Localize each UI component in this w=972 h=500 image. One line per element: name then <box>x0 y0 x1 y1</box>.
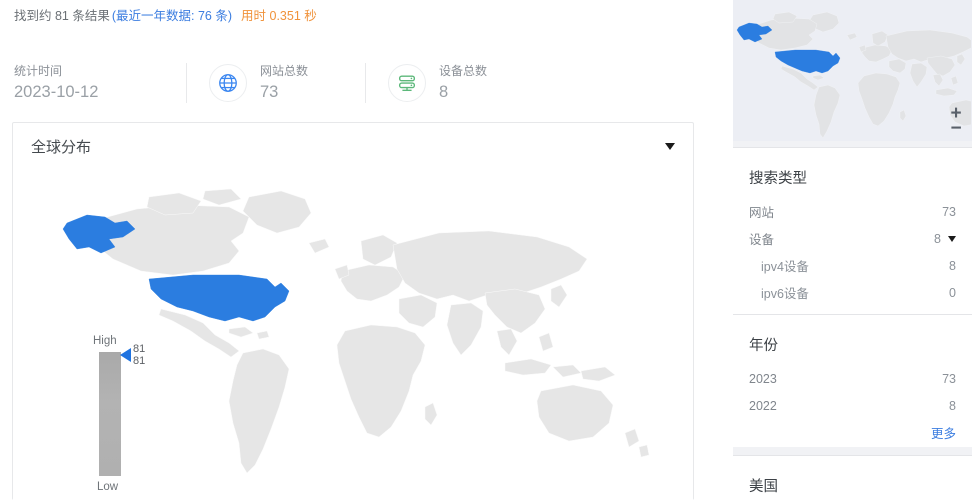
facet-row-2022[interactable]: 2022 8 <box>733 392 972 419</box>
map-legend: High 81 81 Low <box>93 335 163 500</box>
results-summary-bar: 找到约 81 条结果 (最近一年数据: 76 条) 用时 0.351 秒 <box>14 7 317 25</box>
facet-row-ipv4-device[interactable]: ipv4设备 8 <box>733 252 972 279</box>
legend-marker-values: 81 81 <box>133 343 146 367</box>
facet-label: ipv4设备 <box>761 260 809 274</box>
statistics-strip: 统计时间 2023-10-12 网站总数 73 设备总数 8 <box>0 55 733 111</box>
facet-row-ipv6-device[interactable]: ipv6设备 0 <box>733 279 972 306</box>
legend-marker-arrow-icon <box>120 348 131 362</box>
facet-label: 2022 <box>749 398 777 413</box>
facet-count: 73 <box>942 204 956 219</box>
stat-label-websites: 网站总数 <box>260 64 309 78</box>
stat-value-websites: 73 <box>260 83 279 101</box>
facet-row-website[interactable]: 网站 73 <box>733 198 972 225</box>
server-icon <box>388 64 426 102</box>
facet-count: 73 <box>942 371 956 386</box>
globe-icon <box>209 64 247 102</box>
legend-low-label: Low <box>97 481 119 493</box>
facet-label: ipv6设备 <box>761 287 809 301</box>
facet-panel-year: 年份 2023 73 2022 8 更多 <box>733 314 972 447</box>
minimap-panel[interactable]: + − <box>733 0 972 141</box>
caret-down-icon[interactable] <box>665 143 675 150</box>
facet-label: 网站 <box>749 206 775 220</box>
facet-panel-search-type: 搜索类型 网站 73 设备 8 ipv4设备 8 ipv6设备 0 <box>733 147 972 314</box>
stat-label-devices: 设备总数 <box>439 64 488 78</box>
results-recent-link[interactable]: (最近一年数据: 76 条) <box>112 9 232 23</box>
legend-gradient-bar <box>99 352 121 476</box>
facet-count: 8 <box>949 258 956 273</box>
facet-panel-country: 美国 <box>733 455 972 500</box>
results-elapsed-text: 用时 0.351 秒 <box>241 9 317 23</box>
stat-value-devices: 8 <box>439 83 449 101</box>
facet-count: 0 <box>949 285 956 300</box>
facet-row-device[interactable]: 设备 8 <box>733 225 972 252</box>
stat-block-devices: 设备总数 8 <box>366 60 556 106</box>
minimap-zoom-controls[interactable]: + − <box>947 104 965 138</box>
stat-block-date: 统计时间 2023-10-12 <box>0 60 186 106</box>
stat-label-date: 统计时间 <box>14 64 63 78</box>
facet-count: 8 <box>949 398 956 413</box>
legend-value-upper: 81 <box>133 343 146 355</box>
card-header[interactable]: 全球分布 <box>13 123 693 169</box>
search-results-page: 找到约 81 条结果 (最近一年数据: 76 条) 用时 0.351 秒 统计时间 … <box>0 0 972 500</box>
main-content-column: 找到约 81 条结果 (最近一年数据: 76 条) 用时 0.351 秒 统计时间 … <box>0 0 733 500</box>
results-count-text: 找到约 81 条结果 <box>14 9 110 23</box>
show-more-link[interactable]: 更多 <box>733 419 972 442</box>
minimap-svg <box>736 11 971 139</box>
facet-row-2023[interactable]: 2023 73 <box>733 365 972 392</box>
facet-label: 2023 <box>749 371 777 386</box>
caret-down-icon[interactable] <box>948 235 956 242</box>
stat-value-date: 2023-10-12 <box>14 83 99 101</box>
legend-high-label: High <box>93 335 117 347</box>
card-title: 全球分布 <box>31 138 92 156</box>
legend-value-lower: 81 <box>133 354 146 367</box>
facet-panel-title: 搜索类型 <box>749 171 807 187</box>
facet-label: 设备 <box>749 233 775 247</box>
facet-panel-title: 年份 <box>749 338 778 354</box>
facet-count: 8 <box>934 231 941 246</box>
zoom-out-icon[interactable]: − <box>947 119 965 138</box>
facet-panel-title: 美国 <box>749 479 778 495</box>
stat-block-websites: 网站总数 73 <box>187 60 365 106</box>
right-sidebar: + − 搜索类型 网站 73 设备 8 ipv4设备 8 ipv6设备 0 年份… <box>733 0 972 500</box>
